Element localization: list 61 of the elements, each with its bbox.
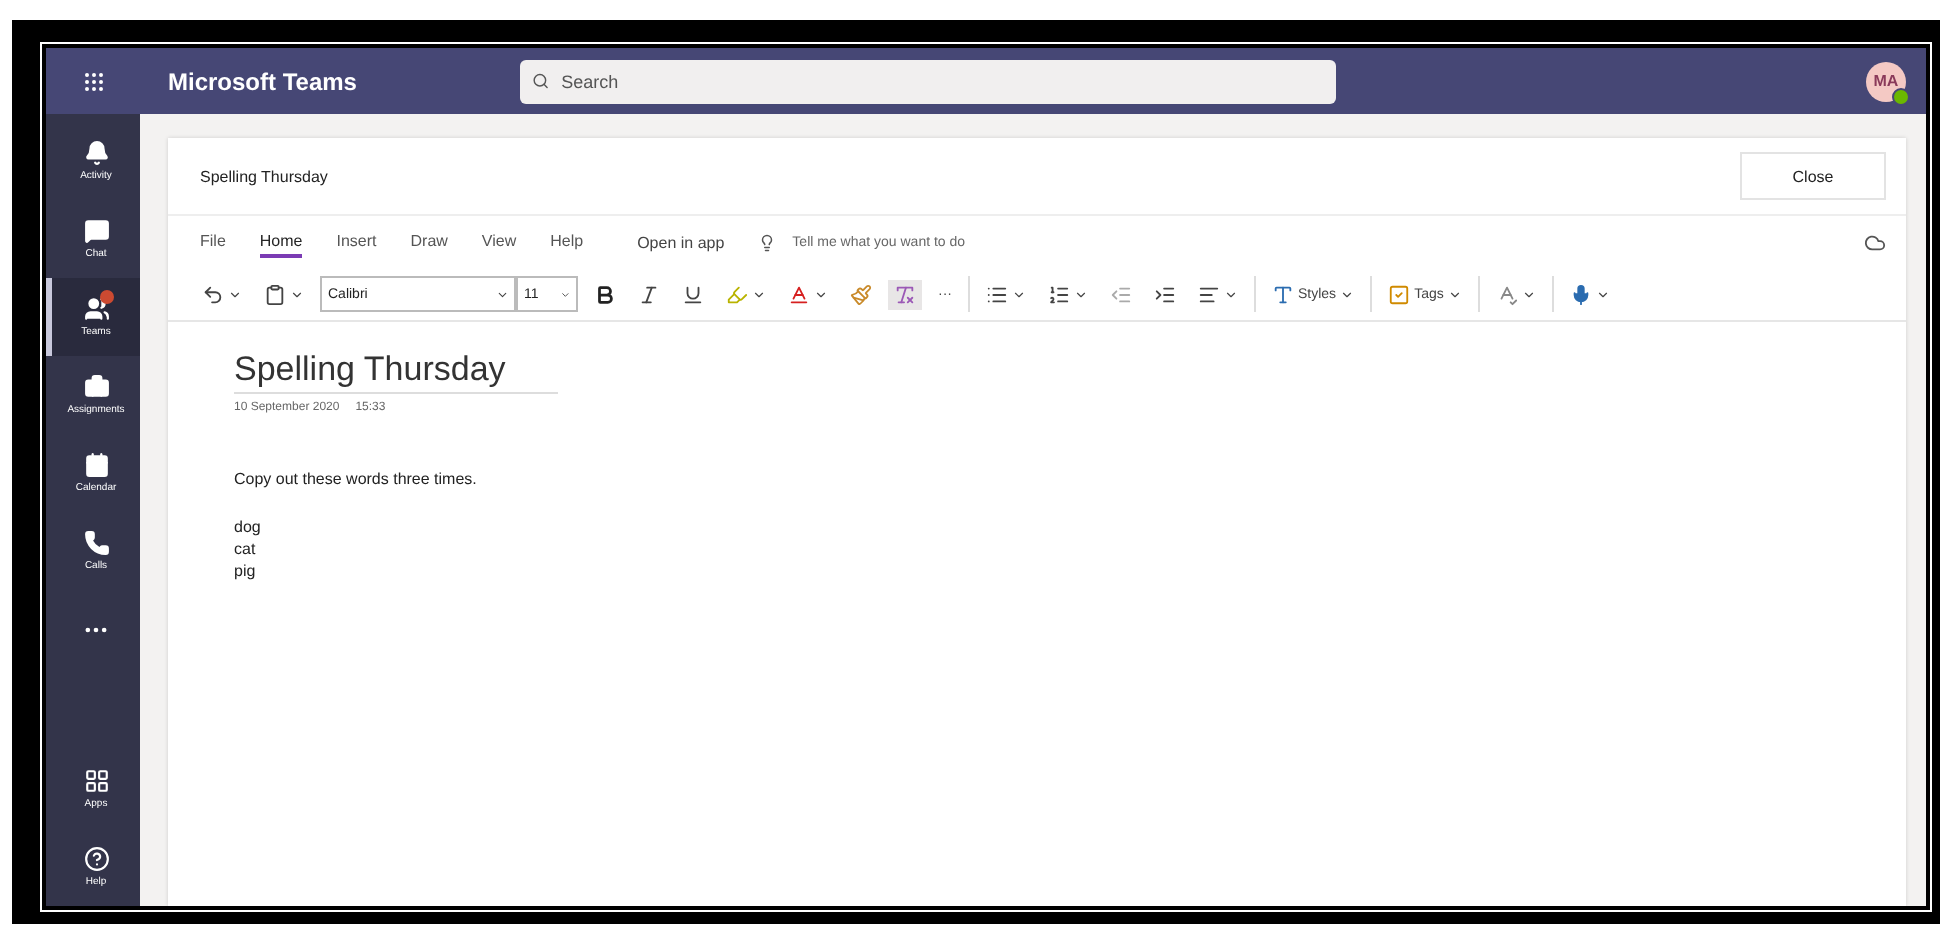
chevron-down-icon <box>1012 287 1026 301</box>
clipboard-icon <box>264 283 286 305</box>
chevron-down-icon <box>1447 287 1462 301</box>
search-icon <box>532 72 550 90</box>
clear-formatting-button[interactable] <box>888 279 922 309</box>
ribbon-tab[interactable]: Home <box>259 227 303 257</box>
outdent-icon <box>1110 283 1132 305</box>
spell-check-icon <box>1495 283 1518 305</box>
presence-dot <box>1892 87 1910 105</box>
bullet-list-icon <box>986 283 1008 305</box>
underline-icon <box>682 283 704 305</box>
chevron-down-icon <box>1595 287 1610 301</box>
chevron-down-icon <box>228 287 242 301</box>
page-title: Spelling Thursday <box>234 350 558 394</box>
chevron-down-icon <box>1074 287 1088 301</box>
clear-formatting-icon <box>894 283 916 305</box>
chevron-down-icon <box>1224 287 1238 301</box>
spelling-word: pig <box>234 560 258 582</box>
apps-icon <box>83 768 109 794</box>
user-avatar[interactable]: MA <box>1866 61 1906 101</box>
text-style-icon <box>1272 283 1294 305</box>
open-in-app-button[interactable]: Open in app <box>637 229 725 255</box>
checkbox-tag-icon <box>1388 283 1411 305</box>
italic-icon <box>638 283 660 305</box>
chevron-down-icon <box>290 287 304 301</box>
chat-icon <box>83 218 109 244</box>
close-button[interactable]: Close <box>1740 152 1886 200</box>
bold-icon <box>594 283 616 305</box>
align-left-icon <box>1198 283 1220 305</box>
highlighter-icon <box>726 283 748 305</box>
ribbon-tab[interactable]: Draw <box>410 227 448 257</box>
indent-icon <box>1154 283 1176 305</box>
notebook-title: Spelling Thursday <box>200 167 328 185</box>
cloud-sync-icon <box>1864 231 1886 253</box>
ribbon-tab[interactable]: Insert <box>336 227 377 257</box>
calls-icon <box>83 530 109 556</box>
chevron-down-icon <box>1521 287 1536 301</box>
instruction-text: Copy out these words three times. <box>234 470 477 488</box>
microphone-icon <box>1569 283 1592 305</box>
app-launcher-icon[interactable] <box>81 69 105 93</box>
chevron-down-icon <box>1340 287 1355 301</box>
spelling-word: dog <box>234 516 261 538</box>
activity-icon <box>83 140 109 166</box>
paintbrush-icon <box>850 283 872 305</box>
font-color-icon <box>788 283 810 305</box>
ribbon-tab[interactable]: View <box>481 227 517 257</box>
ribbon-tab[interactable]: Help <box>550 227 584 257</box>
chevron-down-icon <box>752 287 766 301</box>
app-title: Microsoft Teams <box>168 67 359 95</box>
chevron-down-icon <box>559 287 570 301</box>
ribbon-tab[interactable]: File <box>200 227 226 257</box>
spelling-word: cat <box>234 538 258 560</box>
calendar-icon <box>83 452 109 478</box>
help-icon <box>83 846 109 872</box>
chevron-down-icon <box>814 287 828 301</box>
lightbulb-icon <box>758 233 777 251</box>
chevron-down-icon <box>495 287 508 301</box>
teams-icon <box>83 296 109 322</box>
numbered-list-icon <box>1048 283 1070 305</box>
assignments-icon <box>83 374 109 400</box>
undo-icon <box>202 283 224 305</box>
